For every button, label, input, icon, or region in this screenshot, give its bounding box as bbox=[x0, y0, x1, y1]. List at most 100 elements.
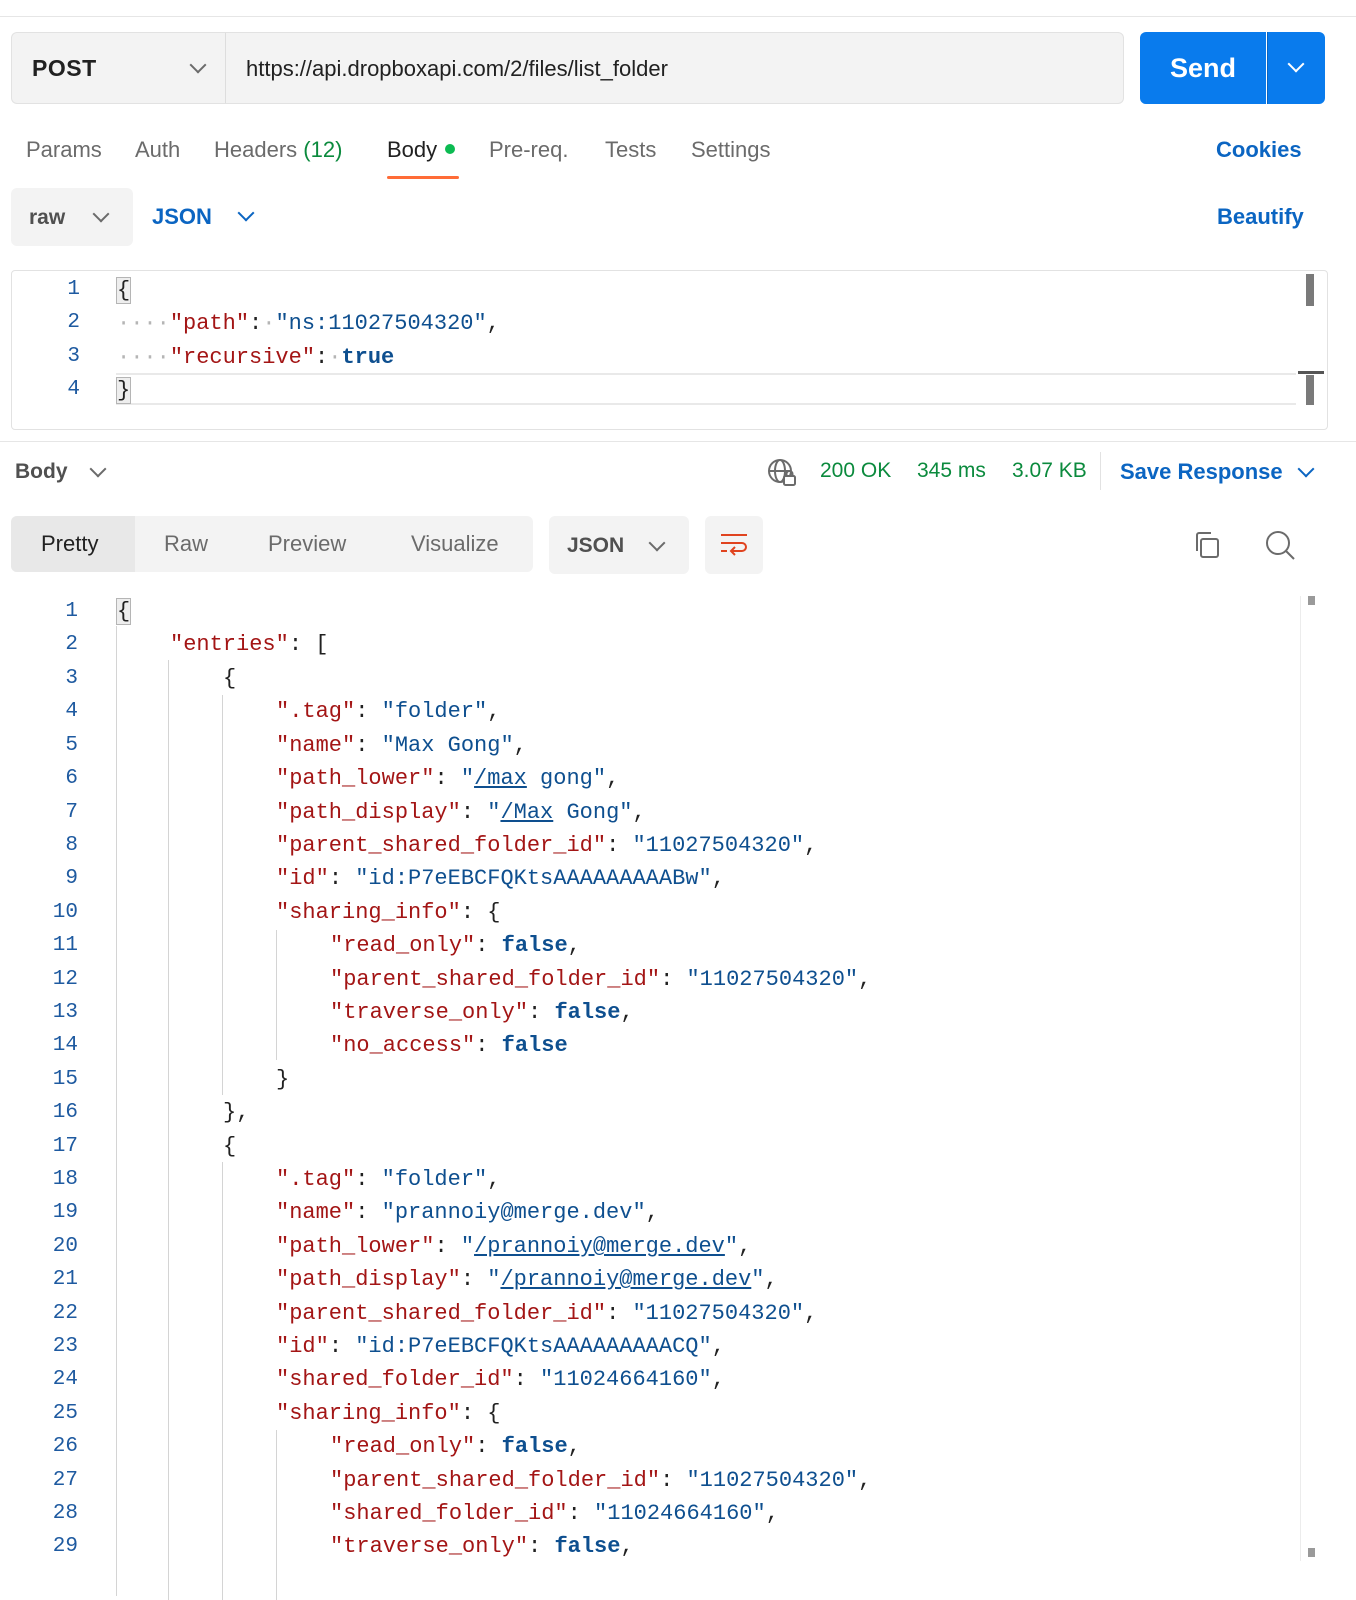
response-format-select[interactable]: JSON bbox=[549, 516, 689, 574]
tab-tests[interactable]: Tests bbox=[605, 137, 656, 163]
code-line: "entries": [ bbox=[170, 632, 329, 657]
tab-headers-label: Headers bbox=[214, 137, 298, 162]
tab-params[interactable]: Params bbox=[26, 137, 102, 163]
editor-scroll-marker bbox=[1298, 371, 1324, 374]
chevron-down-icon bbox=[189, 56, 207, 74]
code-line: "traverse_only": false, bbox=[330, 1534, 634, 1559]
body-language-select[interactable]: JSON bbox=[152, 204, 212, 230]
line-number: 1 bbox=[65, 600, 78, 623]
code-line: }, bbox=[223, 1100, 250, 1125]
line-number: 11 bbox=[52, 934, 78, 957]
line-number: 13 bbox=[52, 1001, 78, 1024]
code-line: "traverse_only": false, bbox=[330, 1000, 634, 1025]
copy-icon[interactable] bbox=[1192, 530, 1222, 565]
response-time[interactable]: 345 ms bbox=[917, 459, 986, 483]
view-tab-preview[interactable]: Preview bbox=[268, 531, 346, 557]
code-line: "path_lower": "/max gong", bbox=[276, 766, 620, 791]
line-number: 3 bbox=[67, 345, 80, 368]
line-number: 22 bbox=[52, 1302, 78, 1325]
code-line: "path_display": "/prannoiy@merge.dev", bbox=[276, 1267, 778, 1292]
cookies-link[interactable]: Cookies bbox=[1216, 137, 1302, 163]
code-line: "parent_shared_folder_id": "11027504320"… bbox=[276, 1301, 818, 1326]
code-line: "id": "id:P7eEBCFQKtsAAAAAAAAABw", bbox=[276, 866, 725, 891]
response-size[interactable]: 3.07 KB bbox=[1012, 459, 1087, 483]
line-number: 12 bbox=[52, 968, 78, 991]
line-number: 25 bbox=[52, 1402, 78, 1425]
response-body-label[interactable]: Body bbox=[15, 460, 68, 484]
indent-guide bbox=[276, 930, 277, 1060]
view-tab-visualize[interactable]: Visualize bbox=[411, 531, 499, 557]
code-line: "sharing_info": { bbox=[276, 900, 501, 925]
path-link: /Max bbox=[500, 800, 554, 825]
code-line: "sharing_info": { bbox=[276, 1401, 501, 1426]
line-number: 7 bbox=[65, 801, 78, 824]
indent-guide bbox=[222, 695, 223, 1095]
editor-scrollbar[interactable] bbox=[1306, 274, 1314, 306]
code-line: ".tag": "folder", bbox=[276, 1167, 501, 1192]
line-number: 14 bbox=[52, 1034, 78, 1057]
method-select[interactable]: POST bbox=[11, 32, 225, 104]
tab-auth[interactable]: Auth bbox=[135, 137, 180, 163]
code-line: "path_lower": "/prannoiy@merge.dev", bbox=[276, 1234, 752, 1259]
response-body-viewer[interactable] bbox=[0, 592, 1330, 1600]
path-link: /prannoiy@merge.dev bbox=[474, 1234, 725, 1259]
code-line: "parent_shared_folder_id": "11027504320"… bbox=[330, 1468, 872, 1493]
line-number: 28 bbox=[52, 1502, 78, 1525]
response-scroll-bottom[interactable] bbox=[1308, 1548, 1315, 1557]
line-number: 6 bbox=[65, 767, 78, 790]
view-tab-raw[interactable]: Raw bbox=[164, 531, 208, 557]
wrap-lines-button[interactable] bbox=[705, 516, 763, 574]
code-line: } bbox=[115, 377, 132, 404]
line-number: 23 bbox=[52, 1335, 78, 1358]
line-number: 16 bbox=[52, 1101, 78, 1124]
view-tab-pretty[interactable]: Pretty bbox=[41, 531, 98, 557]
code-line: "name": "prannoiy@merge.dev", bbox=[276, 1200, 659, 1225]
chevron-down-icon bbox=[1297, 460, 1315, 478]
code-line: "no_access": false bbox=[330, 1033, 568, 1058]
line-number: 17 bbox=[52, 1135, 78, 1158]
globe-lock-icon[interactable] bbox=[766, 457, 798, 489]
line-number: 10 bbox=[52, 901, 78, 924]
active-tab-indicator bbox=[387, 176, 459, 179]
tab-settings[interactable]: Settings bbox=[691, 137, 771, 163]
code-line: "shared_folder_id": "11024664160", bbox=[330, 1501, 779, 1526]
beautify-button[interactable]: Beautify bbox=[1217, 204, 1304, 230]
code-line: } bbox=[276, 1067, 290, 1092]
line-number: 2 bbox=[65, 633, 78, 656]
tab-headers[interactable]: Headers (12) bbox=[214, 137, 342, 163]
status-code[interactable]: 200 OK bbox=[820, 459, 891, 483]
send-button[interactable]: Send bbox=[1140, 32, 1266, 104]
wrap-lines-icon bbox=[720, 532, 748, 563]
path-link: /max bbox=[474, 766, 527, 791]
chevron-down-icon bbox=[237, 204, 255, 222]
line-number: 3 bbox=[65, 667, 78, 690]
chevron-down-icon bbox=[648, 534, 666, 552]
response-scroll-top[interactable] bbox=[1308, 596, 1315, 605]
chevron-down-icon bbox=[92, 205, 110, 223]
path-link: /prannoiy@merge.dev bbox=[500, 1267, 752, 1292]
body-mode-select[interactable]: raw bbox=[11, 188, 133, 246]
save-response-button[interactable]: Save Response bbox=[1120, 459, 1283, 485]
tab-body[interactable]: Body bbox=[387, 137, 456, 163]
code-line: ····"recursive":·true bbox=[117, 345, 395, 370]
url-input[interactable]: https://api.dropboxapi.com/2/files/list_… bbox=[225, 32, 1124, 104]
editor-scroll-thumb[interactable] bbox=[1306, 375, 1314, 405]
active-line-highlight bbox=[116, 373, 1296, 405]
indent-guide bbox=[168, 660, 169, 1600]
line-number: 29 bbox=[52, 1535, 78, 1558]
indent-guide bbox=[116, 626, 117, 1596]
tab-prereq[interactable]: Pre-req. bbox=[489, 137, 568, 163]
line-number: 4 bbox=[67, 378, 80, 401]
code-line: { bbox=[115, 277, 132, 304]
line-number: 9 bbox=[65, 867, 78, 890]
indent-guide bbox=[222, 1162, 223, 1600]
method-label: POST bbox=[32, 55, 97, 81]
headers-count-badge: (12) bbox=[303, 137, 343, 162]
line-number: 8 bbox=[65, 834, 78, 857]
line-number: 24 bbox=[52, 1368, 78, 1391]
top-divider bbox=[0, 16, 1356, 17]
send-options-button[interactable] bbox=[1267, 32, 1325, 104]
code-line: "id": "id:P7eEBCFQKtsAAAAAAAAACQ", bbox=[276, 1334, 725, 1359]
search-icon[interactable] bbox=[1265, 530, 1297, 567]
body-active-dot bbox=[445, 144, 456, 155]
